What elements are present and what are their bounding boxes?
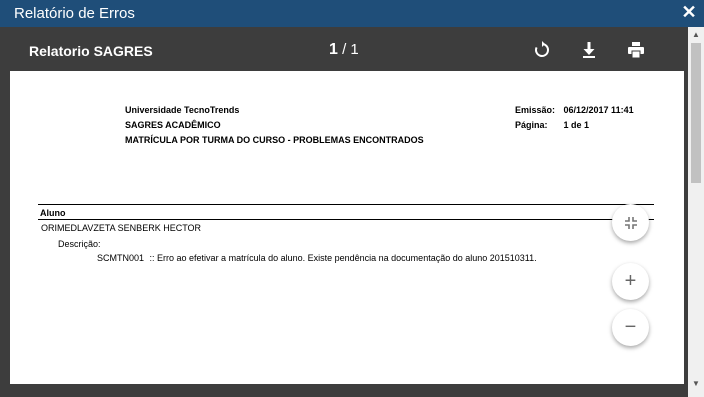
scroll-up-icon[interactable]: ▲: [691, 30, 701, 40]
total-pages: 1: [350, 41, 359, 58]
dialog-titlebar: Relatório de Erros ✕: [0, 0, 704, 27]
current-page: 1: [329, 41, 338, 58]
error-code: SCMTN001: [97, 253, 145, 263]
document-title: Relatorio SAGRES: [29, 43, 153, 59]
institution-name: Universidade TecnoTrends: [125, 105, 240, 115]
error-report-dialog: Relatório de Erros ✕ Relatorio SAGRES 1 …: [0, 0, 704, 397]
zoom-in-button[interactable]: +: [612, 263, 649, 300]
scroll-down-icon[interactable]: ▼: [691, 379, 701, 389]
system-name: SAGRES ACADÊMICO: [125, 120, 221, 130]
error-message: :: Erro ao efetivar a matrícula do aluno…: [149, 253, 537, 263]
scrollbar-thumb[interactable]: [691, 43, 701, 183]
report-page: Universidade TecnoTrends SAGRES ACADÊMIC…: [10, 71, 684, 384]
report-header: Universidade TecnoTrends SAGRES ACADÊMIC…: [125, 103, 424, 148]
header-rule: [38, 204, 654, 205]
emission-label: Emissão:: [515, 105, 556, 115]
error-row: SCMTN001 :: Erro ao efetivar a matrícula…: [97, 253, 537, 263]
vertical-scrollbar[interactable]: ▲ ▼: [688, 27, 704, 397]
page-indicator: 1 / 1: [329, 41, 359, 59]
close-icon[interactable]: ✕: [680, 3, 698, 21]
dialog-title: Relatório de Erros: [14, 5, 135, 22]
download-icon[interactable]: [579, 40, 599, 60]
viewer-bottom-edge: [0, 385, 688, 397]
report-meta: Emissão: 06/12/2017 11:41 Página: 1 de 1: [515, 103, 634, 133]
page-value: 1 de 1: [563, 120, 590, 130]
fit-page-icon: [624, 217, 637, 229]
document-viewport[interactable]: Universidade TecnoTrends SAGRES ACADÊMIC…: [0, 71, 688, 397]
page-label: Página:: [515, 120, 548, 130]
zoom-out-button[interactable]: −: [612, 309, 649, 346]
rotate-icon[interactable]: [532, 40, 552, 60]
print-icon[interactable]: [626, 40, 646, 60]
pdf-toolbar: Relatorio SAGRES 1 / 1: [0, 27, 688, 71]
emission-value: 06/12/2017 11:41: [563, 105, 634, 115]
description-label: Descrição:: [58, 239, 101, 249]
report-subtitle: MATRÍCULA POR TURMA DO CURSO - PROBLEMAS…: [125, 135, 424, 145]
fit-page-button[interactable]: [612, 204, 649, 241]
page-separator: /: [342, 41, 347, 58]
column-header-aluno: Aluno: [40, 208, 66, 218]
student-name: ORIMEDLAVZETA SENBERK HECTOR: [41, 223, 202, 233]
header-rule-bottom: [38, 219, 654, 220]
